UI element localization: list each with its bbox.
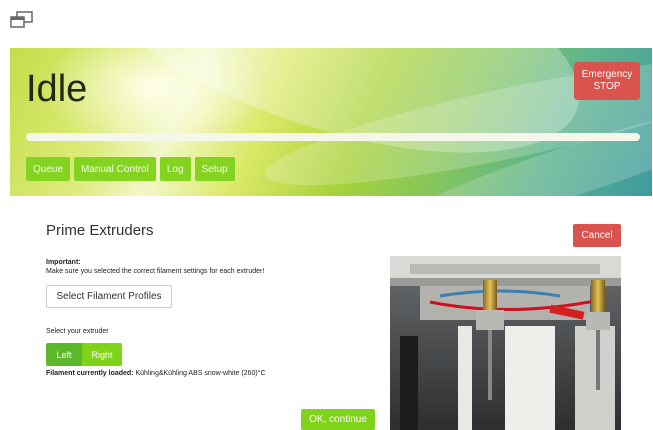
extruder-toggle-group: Left Right <box>46 343 122 366</box>
select-filament-profiles-button[interactable]: Select Filament Profiles <box>46 285 172 308</box>
important-message: Make sure you selected the correct filam… <box>46 268 265 275</box>
important-heading: Important: <box>46 259 81 266</box>
nav-queue-button[interactable]: Queue <box>26 157 71 181</box>
nav-manual-control-button[interactable]: Manual Control <box>74 157 156 181</box>
ok-continue-button[interactable]: OK, continue <box>301 409 375 430</box>
filament-loaded-value: Kühling&Kühling ABS snow-white (260)°C <box>135 370 266 377</box>
printer-status-title: Idle <box>26 68 88 110</box>
extruder-left-button[interactable]: Left <box>46 343 82 366</box>
extruder-right-button[interactable]: Right <box>82 343 122 366</box>
print-progress-bar <box>26 133 640 141</box>
emergency-stop-button[interactable]: Emergency STOP <box>574 62 640 100</box>
main-nav: Queue Manual Control Log Setup <box>26 157 235 181</box>
header-banner: Idle Emergency STOP Queue Manual Control… <box>10 48 652 196</box>
filament-loaded-text: Filament currently loaded: Kühling&Kühli… <box>46 370 266 377</box>
filament-loaded-label: Filament currently loaded: <box>46 370 134 377</box>
select-extruder-label: Select your extruder <box>46 328 109 335</box>
cancel-button[interactable]: Cancel <box>573 224 621 247</box>
nav-log-button[interactable]: Log <box>159 157 191 181</box>
panel-title: Prime Extruders <box>46 222 154 239</box>
extruder-photo <box>390 256 621 430</box>
window-restore-icon[interactable] <box>8 10 36 30</box>
nav-setup-button[interactable]: Setup <box>194 157 235 181</box>
